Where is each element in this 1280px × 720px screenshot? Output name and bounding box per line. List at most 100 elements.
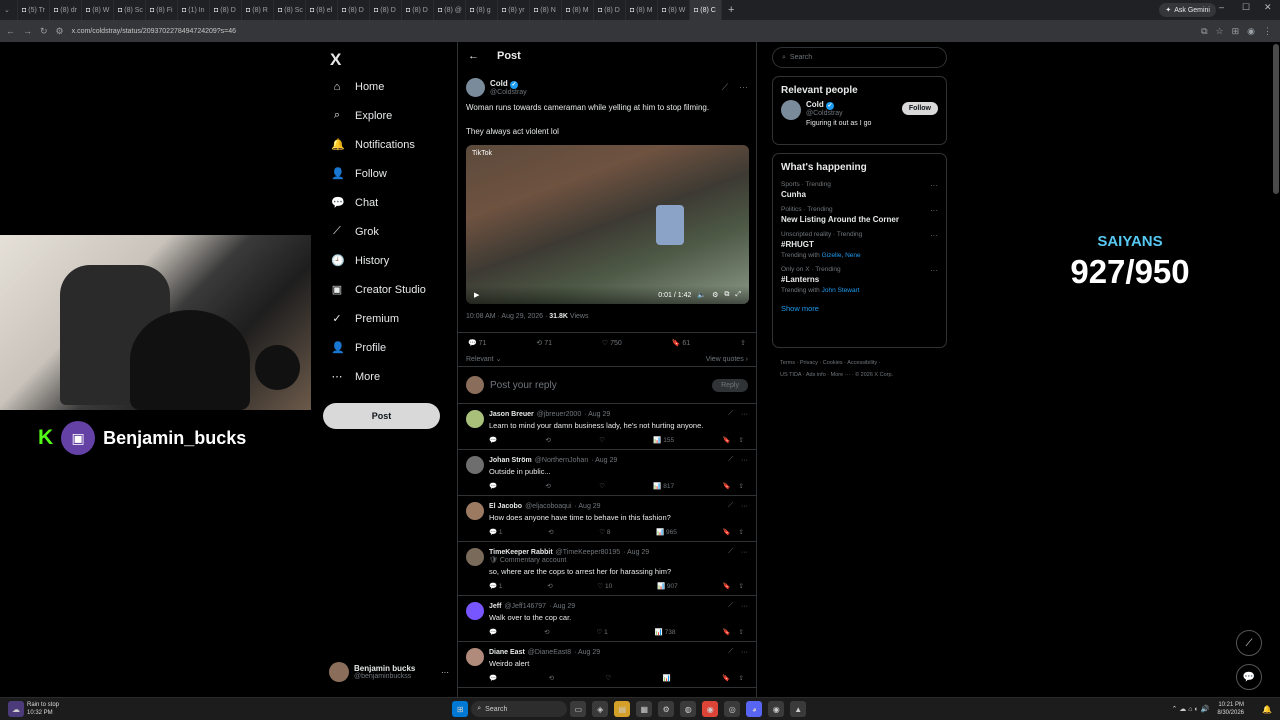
- steam-icon[interactable]: ◍: [680, 701, 697, 717]
- footer-line-1[interactable]: Terms · Privacy · Cookies · Accessibilit…: [780, 357, 940, 369]
- nav-item-chat[interactable]: 💬 Chat: [323, 188, 453, 217]
- post-timestamp[interactable]: 10:08 AM · Aug 29, 2026 ·: [466, 313, 549, 320]
- like-action[interactable]: ♡: [606, 674, 612, 682]
- reply-date[interactable]: · Aug 29: [575, 503, 601, 510]
- notifications-icon[interactable]: 🔔: [1262, 705, 1272, 714]
- bookmark-icon[interactable]: 🔖: [722, 528, 730, 536]
- more-icon[interactable]: ···: [741, 457, 748, 464]
- reply-date[interactable]: · Aug 29: [574, 649, 600, 656]
- scrollbar[interactable]: [1273, 44, 1279, 194]
- more-icon[interactable]: ···: [741, 649, 748, 656]
- share-icon[interactable]: ⇪: [739, 528, 744, 536]
- browser-tab[interactable]: ◘ (8) dr: [50, 0, 82, 20]
- follow-button[interactable]: Follow: [901, 102, 938, 115]
- profile-icon[interactable]: ◉: [1247, 26, 1255, 37]
- copilot-icon[interactable]: ◈: [592, 701, 609, 717]
- forward-icon[interactable]: →: [23, 26, 32, 36]
- bookmark-icon[interactable]: 🔖: [722, 674, 730, 682]
- bookmark-icon[interactable]: 🔖: [722, 482, 730, 490]
- more-icon[interactable]: ···: [930, 181, 938, 199]
- browser-tab[interactable]: ◘ (8) M: [626, 0, 658, 20]
- fullscreen-icon[interactable]: ⤢: [735, 291, 741, 299]
- bookmark-icon[interactable]: 🔖: [722, 436, 730, 444]
- minimize-icon[interactable]: –: [1219, 2, 1224, 12]
- avatar[interactable]: [466, 410, 484, 428]
- new-tab-icon[interactable]: +: [728, 4, 734, 16]
- browser-tab[interactable]: ◘ (1) In: [178, 0, 210, 20]
- grok-icon[interactable]: ⟋: [728, 548, 733, 556]
- browser-tab[interactable]: ◘ (8) M: [562, 0, 594, 20]
- footer-line-2[interactable]: US TIDA · Ads info · More ··· · © 2026 X…: [780, 369, 940, 381]
- file-explorer-icon[interactable]: ▤: [614, 701, 631, 717]
- reply-handle[interactable]: @Jeff146797: [504, 603, 546, 610]
- menu-icon[interactable]: ⋮: [1263, 26, 1272, 37]
- browser-tab[interactable]: ◘ (8) Sc: [114, 0, 146, 20]
- share-icon[interactable]: ⇪: [739, 482, 744, 490]
- trend-item[interactable]: Sports · Trending Cunha ···: [773, 177, 946, 202]
- reply-item[interactable]: Johan Ström @NorthernJohan · Aug 29 ⟋ ··· Ou…: [458, 450, 756, 496]
- nav-item-history[interactable]: 🕘 History: [323, 246, 453, 275]
- trend-item[interactable]: Politics · Trending New Listing Around th…: [773, 202, 946, 227]
- reply-handle[interactable]: @NorthernJohan: [535, 457, 588, 464]
- views-action[interactable]: 📊 738: [655, 628, 676, 636]
- more-icon[interactable]: ···: [741, 503, 748, 510]
- relevant-dropdown[interactable]: Relevant ⌄: [466, 355, 501, 363]
- app-icon[interactable]: ▦: [636, 701, 653, 717]
- nav-item-home[interactable]: ⌂ Home: [323, 72, 453, 101]
- chrome-icon[interactable]: ◉: [702, 701, 719, 717]
- reply-handle[interactable]: @TimeKeeper80195: [556, 549, 620, 556]
- reply-action[interactable]: 💬: [489, 628, 497, 636]
- avatar[interactable]: [466, 502, 484, 520]
- nav-item-profile[interactable]: 👤 Profile: [323, 333, 453, 362]
- bookmark-star-icon[interactable]: ☆: [1216, 26, 1224, 37]
- reply-item[interactable]: Jeff @Jeff146797 · Aug 29 ⟋ ··· Walk over to…: [458, 596, 756, 642]
- reply-item[interactable]: El Jacobo @eljacoboaqui · Aug 29 ⟋ ··· How d…: [458, 496, 756, 542]
- more-icon[interactable]: ···: [741, 603, 748, 610]
- nav-item-premium[interactable]: ✓ Premium: [323, 304, 453, 333]
- reply-handle[interactable]: @DianeEast8: [528, 649, 571, 656]
- grok-icon[interactable]: ⟋: [728, 502, 733, 510]
- repost-action[interactable]: ⟲: [549, 674, 554, 682]
- share-icon[interactable]: ⇪: [740, 339, 746, 347]
- weather-icon[interactable]: ☁: [8, 701, 24, 717]
- avatar[interactable]: [466, 602, 484, 620]
- pip-icon[interactable]: ⧉: [724, 291, 729, 299]
- back-icon[interactable]: ←: [6, 26, 15, 36]
- more-icon[interactable]: ···: [930, 266, 938, 294]
- repost-action[interactable]: ⟲ 71: [536, 339, 552, 347]
- taskbar-search[interactable]: ⌕ Search: [471, 701, 568, 717]
- browser-tab[interactable]: ◘ (8) D: [338, 0, 370, 20]
- browser-tab[interactable]: ◘ (8) C: [690, 0, 722, 20]
- views-action[interactable]: 📊 817: [653, 482, 674, 490]
- reply-author[interactable]: TimeKeeper Rabbit: [489, 549, 553, 556]
- nav-item-creator-studio[interactable]: ▣ Creator Studio: [323, 275, 453, 304]
- more-icon[interactable]: ···: [741, 411, 748, 418]
- ask-gemini-button[interactable]: ✦ Ask Gemini: [1159, 3, 1216, 17]
- grok-icon[interactable]: ⟋: [728, 602, 733, 610]
- person-name[interactable]: Cold: [806, 100, 824, 109]
- grok-icon[interactable]: ⟋: [728, 410, 733, 418]
- like-action[interactable]: ♡ 10: [597, 582, 612, 590]
- repost-action[interactable]: ⟲: [548, 528, 553, 536]
- extensions-icon[interactable]: ⊞: [1232, 26, 1240, 37]
- volume-icon[interactable]: 🔈: [697, 291, 706, 299]
- more-icon[interactable]: ···: [741, 549, 748, 556]
- avatar[interactable]: [466, 456, 484, 474]
- browser-tab[interactable]: ◘ (8) W: [82, 0, 114, 20]
- grok-icon[interactable]: ⟋: [722, 82, 728, 93]
- browser-tab[interactable]: ◘ (8) el: [306, 0, 338, 20]
- tray-icons[interactable]: ⌃ ☁ ⌂ ◐ 🔊: [1172, 705, 1210, 713]
- nav-item-notifications[interactable]: 🔔 Notifications: [323, 130, 453, 159]
- more-icon[interactable]: ···: [930, 206, 938, 224]
- install-icon[interactable]: ⧉: [1201, 26, 1207, 37]
- more-icon[interactable]: ···: [441, 668, 449, 677]
- browser-tab[interactable]: ◘ (8) g: [466, 0, 498, 20]
- messages-icon[interactable]: 💬: [1236, 664, 1262, 690]
- grok-icon[interactable]: ⟋: [1236, 630, 1262, 656]
- repost-action[interactable]: ⟲: [544, 628, 549, 636]
- browser-tab[interactable]: ◘ (8) N: [530, 0, 562, 20]
- bookmark-action[interactable]: 🔖 61: [672, 339, 690, 347]
- reply-date[interactable]: · Aug 29: [584, 411, 610, 418]
- trend-with-names[interactable]: Gizelle, Nene: [822, 252, 861, 259]
- browser-tab[interactable]: ◘ (8) D: [370, 0, 402, 20]
